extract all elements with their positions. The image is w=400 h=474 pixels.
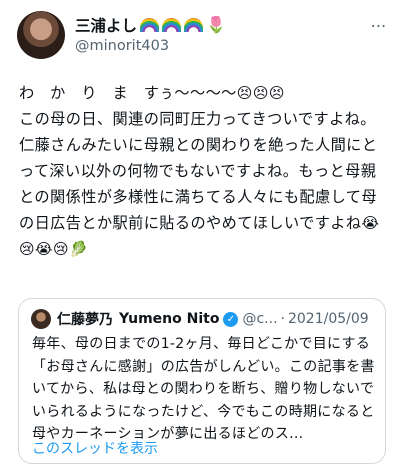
quoted-author-name-latin[interactable]: Yumeno Nito bbox=[119, 311, 219, 327]
name-emoji-group: 🌷 bbox=[140, 17, 226, 33]
quoted-tweet-header: 仁藤夢乃 Yumeno Nito ✓ @c... · 2021/05/09 bbox=[31, 309, 369, 329]
quoted-author-name[interactable]: 仁藤夢乃 bbox=[57, 309, 113, 329]
verified-badge-icon: ✓ bbox=[223, 311, 239, 327]
quoted-tweet-card[interactable]: 仁藤夢乃 Yumeno Nito ✓ @c... · 2021/05/09 毎年… bbox=[18, 298, 386, 464]
separator-dot: · bbox=[280, 311, 285, 327]
rainbow-icon bbox=[162, 18, 182, 32]
author-avatar[interactable] bbox=[17, 11, 65, 59]
author-handle[interactable]: @minorit403 bbox=[75, 38, 169, 54]
rainbow-icon bbox=[184, 18, 204, 32]
quoted-tweet-text: 毎年、母の日までの1-2ヶ月、毎日どこかで目にする「お母さんに感謝」の広告がしん… bbox=[32, 336, 375, 442]
quoted-author-avatar[interactable] bbox=[31, 309, 51, 329]
tired-face-icon: 😣 bbox=[236, 84, 253, 102]
quoted-author-handle[interactable]: @c... bbox=[242, 311, 277, 327]
leafy-green-icon: 🥬 bbox=[69, 240, 89, 258]
more-options-icon[interactable]: ⋯ bbox=[368, 14, 390, 36]
tweet-text: わ か り ま すぅ〜〜〜〜😣😣😣 この母の日、関連の同町圧力ってきついですよね… bbox=[19, 80, 389, 262]
author-name-row[interactable]: 三浦よし 🌷 bbox=[75, 14, 226, 36]
tired-face-icon: 😣 bbox=[268, 84, 285, 102]
crying-face-icon: 😭 bbox=[35, 240, 53, 258]
rainbow-icon bbox=[140, 18, 160, 32]
author-display-name[interactable]: 三浦よし bbox=[75, 14, 137, 36]
tulip-icon: 🌷 bbox=[206, 15, 226, 34]
crying-face-icon: 😭 bbox=[361, 214, 380, 232]
quoted-tweet-date[interactable]: 2021/05/09 bbox=[288, 311, 369, 327]
sad-face-icon: 😢 bbox=[52, 240, 70, 258]
show-thread-link[interactable]: このスレッドを表示 bbox=[32, 438, 158, 458]
tweet-body: この母の日、関連の同町圧力ってきついですよね。仁藤さんみたいに母親との関わりを絶… bbox=[19, 110, 378, 232]
tired-face-icon: 😣 bbox=[252, 84, 269, 102]
sad-face-icon: 😢 bbox=[19, 240, 36, 258]
tweet-line1: わ か り ま すぅ〜〜〜〜 bbox=[19, 84, 237, 102]
